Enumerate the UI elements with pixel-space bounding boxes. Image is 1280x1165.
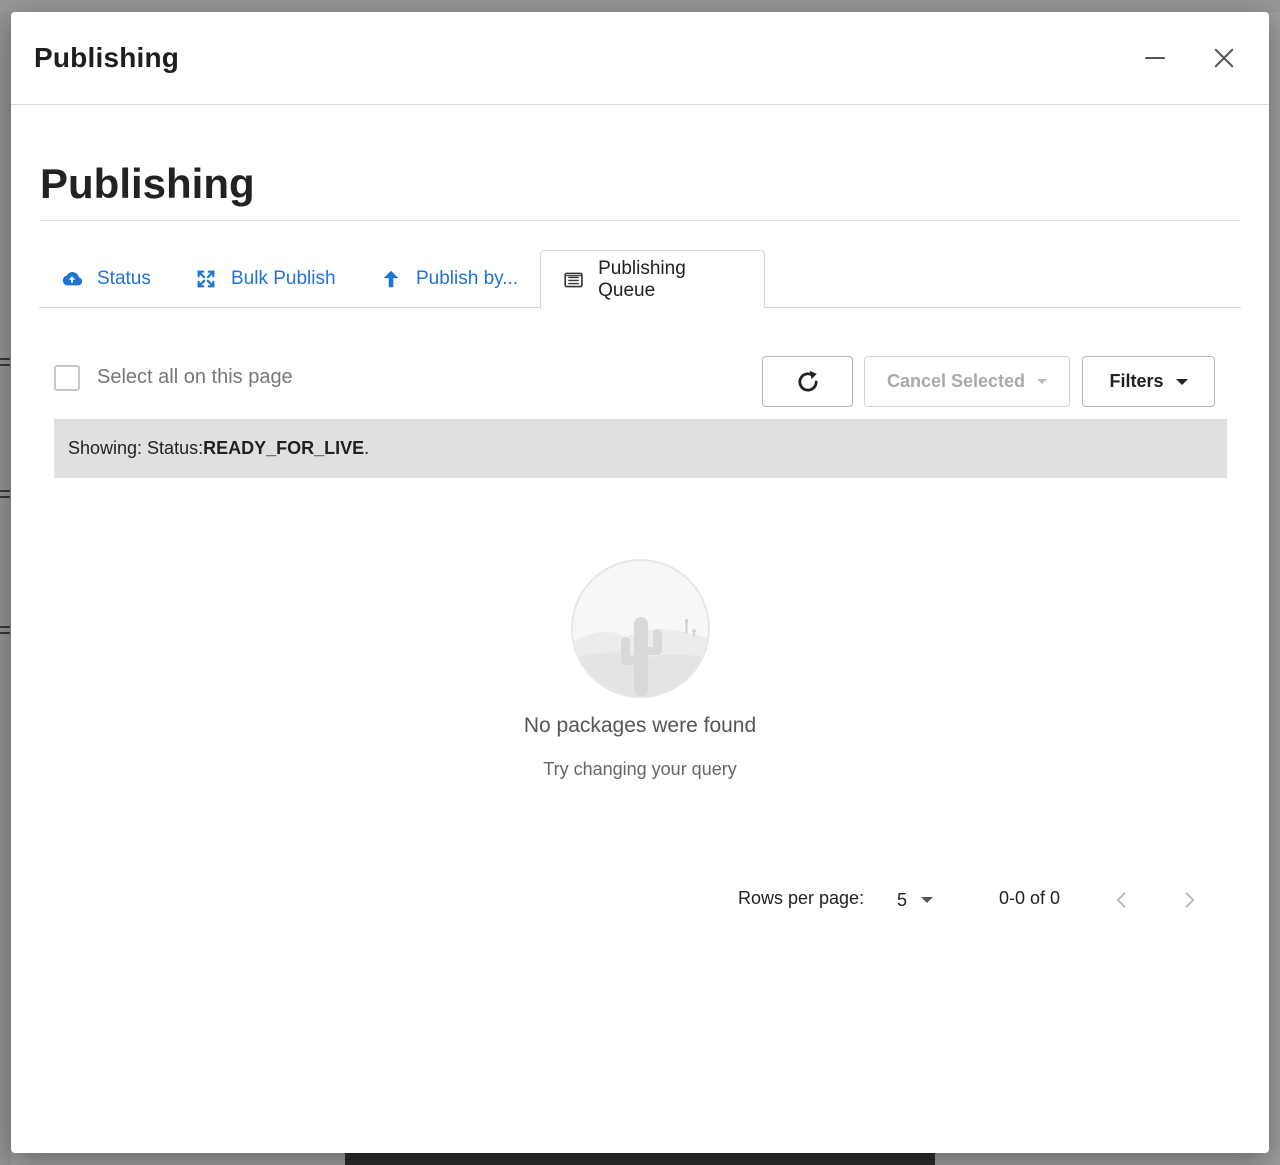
empty-state-illustration — [571, 559, 710, 698]
page-title: Publishing — [40, 160, 255, 207]
close-icon — [1214, 48, 1234, 68]
cancel-selected-label: Cancel Selected — [886, 371, 1026, 391]
tab-publishing-queue-label: Publishing Queue — [598, 257, 686, 301]
refresh-icon — [797, 370, 818, 391]
minimize-icon — [1145, 56, 1165, 60]
rows-per-page-value: 5 — [897, 889, 908, 910]
tab-status[interactable]: Status — [39, 250, 173, 308]
info-status: READY_FOR_LIVE — [203, 438, 365, 458]
cloud-upload-icon — [62, 272, 83, 286]
previous-page-button[interactable] — [1107, 885, 1137, 915]
cactus-icon — [573, 617, 708, 696]
chevron-left-icon — [1116, 892, 1126, 908]
dialog-header: Publishing — [11, 12, 1269, 105]
filters-label: Filters — [1109, 371, 1164, 391]
pagination-range: 0-0 of 0 — [999, 888, 1061, 908]
publishing-dialog: Publishing Publishing Status Bulk Publis… — [11, 12, 1269, 1153]
rows-per-page-label: Rows per page: — [738, 888, 865, 908]
cancel-selected-button[interactable]: Cancel Selected — [864, 356, 1070, 407]
tab-publishing-queue[interactable]: Publishing Queue — [540, 250, 765, 309]
minimize-button[interactable] — [1137, 40, 1173, 76]
filters-button[interactable]: Filters — [1082, 356, 1215, 407]
tab-bulk-publish-label: Bulk Publish — [231, 268, 336, 289]
tab-publish-by[interactable]: Publish by... — [358, 250, 540, 308]
tab-bulk-publish[interactable]: Bulk Publish — [173, 250, 358, 308]
empty-state-title: No packages were found — [523, 714, 757, 737]
info-suffix: . — [364, 438, 370, 458]
select-all-checkbox[interactable] — [54, 365, 80, 391]
list-box-icon — [564, 272, 583, 287]
tab-publish-by-label: Publish by... — [416, 268, 519, 289]
tab-bar: Status Bulk Publish Publish by... Publis… — [39, 250, 1241, 309]
empty-state-subtitle: Try changing your query — [543, 759, 737, 779]
chevron-right-icon — [1185, 892, 1195, 908]
select-all-label: Select all on this page — [97, 366, 293, 388]
caret-down-icon — [1037, 379, 1048, 384]
filter-info-bar: Showing: Status: READY_FOR_LIVE. — [54, 419, 1227, 478]
expand-arrows-icon — [197, 270, 215, 288]
rows-per-page-select[interactable]: 5 — [897, 886, 934, 914]
next-page-button[interactable] — [1174, 885, 1204, 915]
caret-down-icon — [1175, 378, 1188, 385]
info-prefix: Showing: Status: — [68, 438, 204, 458]
dialog-title: Publishing — [34, 42, 180, 73]
arrow-up-icon — [383, 270, 399, 288]
title-divider — [39, 220, 1241, 221]
refresh-button[interactable] — [762, 356, 853, 407]
caret-down-icon — [921, 897, 934, 903]
close-button[interactable] — [1206, 40, 1242, 76]
tab-status-label: Status — [97, 268, 151, 289]
